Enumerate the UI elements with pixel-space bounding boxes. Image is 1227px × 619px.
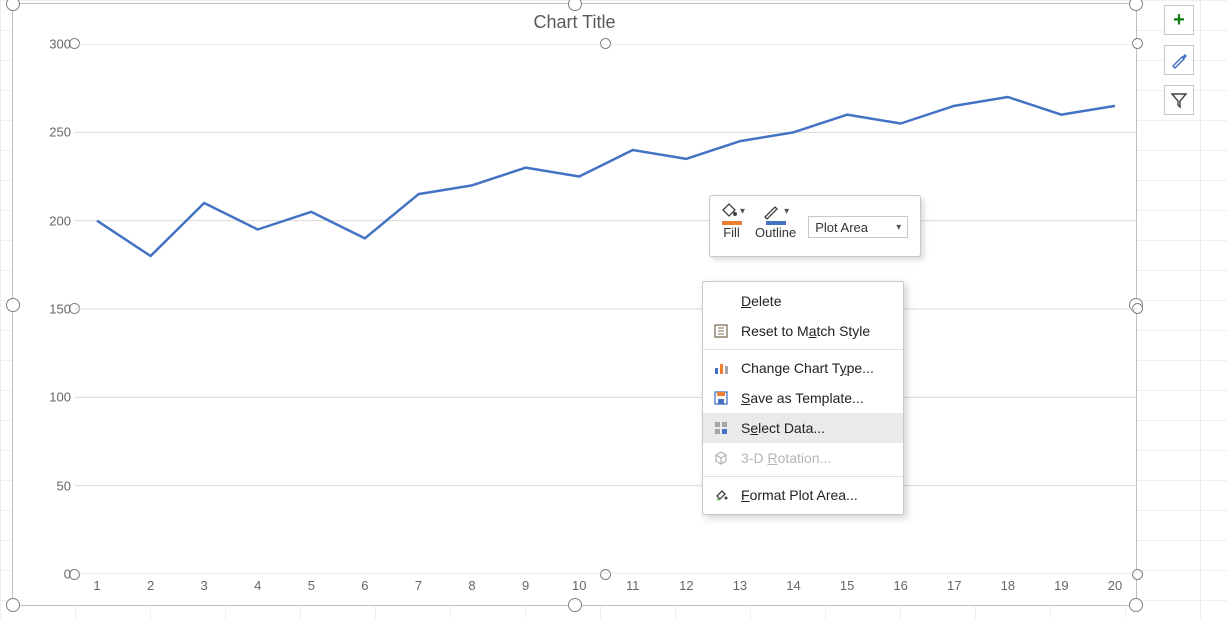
y-axis-labels: 050100150200250300: [31, 44, 71, 574]
x-tick-label: 13: [733, 578, 747, 593]
chart-object[interactable]: Chart Title 050100150200250300 123456789…: [12, 3, 1137, 606]
menu-item-cctype[interactable]: Change Chart Type...: [703, 353, 903, 383]
x-tick-label: 16: [893, 578, 907, 593]
cctype-icon: [711, 358, 731, 378]
rot3d-icon: [711, 448, 731, 468]
menu-item-label: Save as Template...: [741, 390, 864, 406]
menu-item-label: Change Chart Type...: [741, 360, 874, 376]
x-tick-label: 8: [468, 578, 475, 593]
brush-icon: [1170, 51, 1188, 69]
chart-filters-button[interactable]: [1164, 85, 1194, 115]
sel-handle-ml[interactable]: [6, 298, 20, 312]
x-tick-label: 5: [308, 578, 315, 593]
y-tick-label: 150: [49, 302, 71, 317]
fmtpa-icon: [711, 485, 731, 505]
chart-title[interactable]: Chart Title: [13, 12, 1136, 40]
sel-handle-tr[interactable]: [1129, 0, 1143, 11]
chart-elements-button[interactable]: +: [1164, 5, 1194, 35]
fill-label: Fill: [723, 225, 740, 240]
menu-item-delete[interactable]: Delete: [703, 286, 903, 316]
menu-item-reset[interactable]: Reset to Match Style: [703, 316, 903, 346]
sel-handle-tc[interactable]: [568, 0, 582, 11]
menu-item-rot3d: 3-D Rotation...: [703, 443, 903, 473]
x-tick-label: 3: [201, 578, 208, 593]
menu-item-label: 3-D Rotation...: [741, 450, 831, 466]
sel-handle-bl[interactable]: [6, 598, 20, 612]
savetpl-icon: [711, 388, 731, 408]
menu-item-label: Reset to Match Style: [741, 323, 870, 339]
chart-canvas: [75, 44, 1137, 574]
chevron-down-icon: ▾: [896, 222, 901, 233]
plus-icon: +: [1173, 10, 1185, 30]
x-tick-label: 11: [626, 578, 640, 593]
funnel-icon: [1170, 91, 1188, 109]
x-tick-label: 18: [1001, 578, 1015, 593]
x-tick-label: 12: [679, 578, 693, 593]
outline-label: Outline: [755, 225, 796, 240]
seldata-icon: [711, 418, 731, 438]
fill-dropdown[interactable]: ▾ Fill: [718, 202, 745, 240]
plot-area[interactable]: 050100150200250300 123456789101112131415…: [75, 44, 1137, 574]
x-tick-label: 14: [786, 578, 800, 593]
menu-item-label: Format Plot Area...: [741, 487, 858, 503]
chart-element-picker-value: Plot Area: [815, 220, 868, 235]
sel-handle-tl[interactable]: [6, 0, 20, 11]
menu-item-savetpl[interactable]: Save as Template...: [703, 383, 903, 413]
x-tick-label: 1: [93, 578, 100, 593]
x-tick-label: 9: [522, 578, 529, 593]
menu-separator: [703, 349, 903, 350]
blank-icon: [711, 291, 731, 311]
sel-handle-br[interactable]: [1129, 598, 1143, 612]
x-tick-label: 17: [947, 578, 961, 593]
y-tick-label: 250: [49, 125, 71, 140]
reset-icon: [711, 321, 731, 341]
paint-bucket-icon: [718, 202, 738, 220]
x-tick-label: 19: [1054, 578, 1068, 593]
y-tick-label: 50: [57, 478, 71, 493]
x-tick-label: 6: [361, 578, 368, 593]
chart-element-picker[interactable]: Plot Area ▾: [808, 216, 908, 238]
menu-item-seldata[interactable]: Select Data...: [703, 413, 903, 443]
y-tick-label: 0: [64, 567, 71, 582]
y-tick-label: 200: [49, 213, 71, 228]
menu-separator: [703, 476, 903, 477]
x-tick-label: 2: [147, 578, 154, 593]
x-tick-label: 15: [840, 578, 854, 593]
y-tick-label: 100: [49, 390, 71, 405]
chart-styles-button[interactable]: [1164, 45, 1194, 75]
x-tick-label: 10: [572, 578, 586, 593]
x-axis-labels: 1234567891011121314151617181920: [75, 578, 1137, 600]
menu-item-label: Delete: [741, 293, 781, 309]
menu-item-label: Select Data...: [741, 420, 825, 436]
sel-handle-bc[interactable]: [568, 598, 582, 612]
menu-item-fmtpa[interactable]: Format Plot Area...: [703, 480, 903, 510]
x-tick-label: 4: [254, 578, 261, 593]
y-tick-label: 300: [49, 37, 71, 52]
mini-toolbar: ▾ Fill ▾ Outline Plot Area ▾: [709, 195, 921, 257]
pen-icon: [762, 202, 782, 220]
outline-dropdown[interactable]: ▾ Outline: [755, 202, 796, 240]
x-tick-label: 7: [415, 578, 422, 593]
x-tick-label: 20: [1108, 578, 1122, 593]
context-menu: Delete Reset to Match Style Change Chart T…: [702, 281, 904, 515]
